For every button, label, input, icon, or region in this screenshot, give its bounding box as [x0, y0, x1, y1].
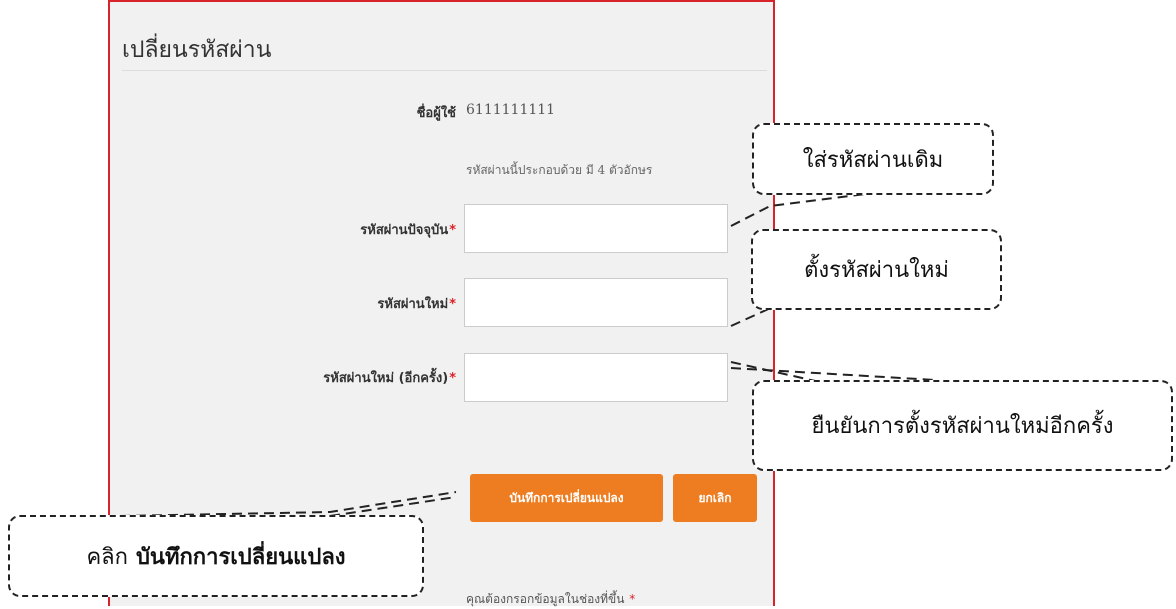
callout-click-target: บันทึกการเปลี่ยนแปลง	[135, 544, 346, 570]
required-fields-note: คุณต้องกรอกข้อมูลในช่องที่ขึ้น *	[466, 590, 635, 609]
confirm-password-label: รหัสผ่านใหม่ (อีกครั้ง)*	[240, 367, 456, 388]
callout-confirm-password: ยืนยันการตั้งรหัสผ่านใหม่อีกครั้ง	[752, 380, 1173, 471]
confirm-password-input[interactable]	[464, 353, 728, 402]
username-label: ชื่อผู้ใช้	[360, 102, 456, 123]
new-password-input[interactable]	[464, 278, 728, 327]
new-password-label-text: รหัสผ่านใหม่	[377, 297, 449, 312]
new-password-label: รหัสผ่านใหม่*	[260, 293, 456, 314]
callout-click-save: คลิก บันทึกการเปลี่ยนแปลง	[8, 515, 424, 597]
page-title: เปลี่ยนรหัสผ่าน	[122, 37, 272, 63]
required-asterisk: *	[449, 371, 456, 386]
callout-new-password: ตั้งรหัสผ่านใหม่	[751, 229, 1002, 310]
username-label-text: ชื่อผู้ใช้	[416, 106, 456, 121]
save-changes-button[interactable]: บันทึกการเปลี่ยนแปลง	[470, 474, 663, 522]
required-asterisk: *	[449, 223, 456, 238]
title-divider	[122, 70, 767, 71]
password-hint: รหัสผ่านนี้ประกอบด้วย มี 4 ตัวอักษร	[466, 163, 653, 177]
username-value: 6111111111	[466, 102, 556, 118]
required-asterisk: *	[449, 297, 456, 312]
current-password-label: รหัสผ่านปัจจุบัน*	[260, 219, 456, 240]
cancel-button[interactable]: ยกเลิก	[673, 474, 757, 522]
callout-click-prefix: คลิก	[86, 544, 128, 570]
required-note-text: คุณต้องกรอกข้อมูลในช่องที่ขึ้น	[466, 592, 625, 606]
required-asterisk: *	[629, 592, 636, 606]
current-password-label-text: รหัสผ่านปัจจุบัน	[360, 223, 449, 238]
confirm-password-label-text: รหัสผ่านใหม่ (อีกครั้ง)	[323, 371, 449, 386]
current-password-input[interactable]	[464, 204, 728, 253]
callout-current-password: ใส่รหัสผ่านเดิม	[752, 123, 994, 195]
